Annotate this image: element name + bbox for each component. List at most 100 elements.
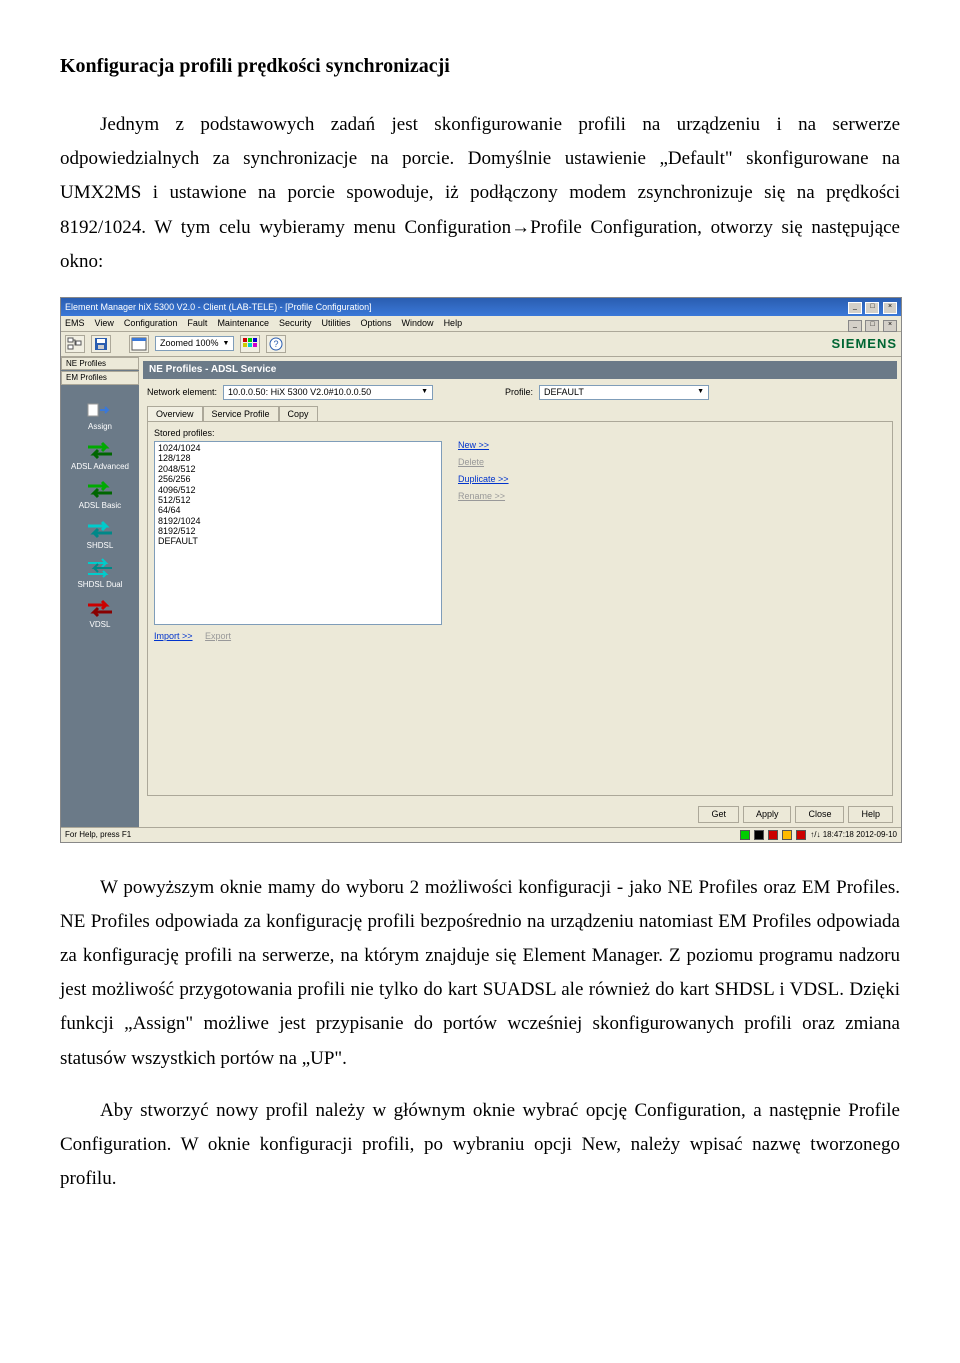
profile-label: Profile: (505, 387, 533, 398)
toolbar-button-help[interactable]: ? (266, 335, 286, 353)
brand-logo: SIEMENS (831, 336, 897, 352)
tab-overview[interactable]: Overview (147, 406, 203, 422)
tab-content-overview: Stored profiles: 1024/1024 128/128 2048/… (147, 421, 893, 796)
menu-utilities[interactable]: Utilities (322, 318, 351, 329)
sidebar-item-assign[interactable]: Assign (61, 400, 139, 432)
list-item[interactable]: 8192/512 (158, 526, 438, 536)
menu-configuration[interactable]: Configuration (124, 318, 178, 329)
toolbar-button-browser[interactable] (129, 335, 149, 353)
menubar: EMS View Configuration Fault Maintenance… (61, 316, 901, 332)
window-titlebar[interactable]: Element Manager hiX 5300 V2.0 - Client (… (61, 298, 901, 316)
sidebar-item-vdsl[interactable]: VDSL (61, 598, 139, 630)
sidebar-item-label: Assign (88, 422, 112, 432)
arrows-red-icon (86, 598, 114, 618)
tree-icon (67, 337, 83, 351)
window-title: Element Manager hiX 5300 V2.0 - Client (… (65, 302, 372, 313)
panel-title: NE Profiles - ADSL Service (143, 361, 897, 379)
tab-copy[interactable]: Copy (279, 406, 318, 422)
toolbar: Zoomed 100% ▼ ? SIEMENS (61, 332, 901, 357)
toolbar-button-save[interactable] (91, 335, 111, 353)
sidebar-item-shdsl-dual[interactable]: SHDSL Dual (61, 558, 139, 590)
close-button[interactable]: Close (795, 806, 844, 823)
help-button[interactable]: Help (848, 806, 893, 823)
maximize-button[interactable]: □ (865, 302, 879, 314)
stored-profiles-listbox[interactable]: 1024/1024 128/128 2048/512 256/256 4096/… (154, 441, 442, 625)
main-panel: NE Profiles - ADSL Service Network eleme… (139, 357, 901, 827)
doc-paragraph-1: Jednym z podstawowych zadań jest skonfig… (60, 108, 900, 279)
network-element-select[interactable]: 10.0.0.50: HiX 5300 V2.0#10.0.0.50 ▼ (223, 385, 433, 400)
app-window: Element Manager hiX 5300 V2.0 - Client (… (60, 297, 902, 843)
menu-security[interactable]: Security (279, 318, 312, 329)
toolbar-button-palette[interactable] (240, 335, 260, 353)
delete-link: Delete (458, 457, 509, 468)
list-item[interactable]: 64/64 (158, 505, 438, 515)
menu-options[interactable]: Options (361, 318, 392, 329)
page-title: Konfiguracja profili prędkości synchroni… (60, 48, 900, 84)
mdi-close-button[interactable]: × (883, 320, 897, 332)
list-item[interactable]: 4096/512 (158, 485, 438, 495)
sidebar-item-shdsl[interactable]: SHDSL (61, 519, 139, 551)
list-item[interactable]: 512/512 (158, 495, 438, 505)
dropdown-arrow-icon: ▼ (223, 340, 230, 348)
status-led-red-1 (768, 830, 778, 840)
svg-text:?: ? (274, 339, 279, 349)
list-item[interactable]: DEFAULT (158, 536, 438, 546)
menu-ems[interactable]: EMS (65, 318, 85, 329)
menu-maintenance[interactable]: Maintenance (217, 318, 269, 329)
status-led-black (754, 830, 764, 840)
arrows-green-icon (86, 479, 114, 499)
sidebar: NE Profiles EM Profiles Assign ADSL Adva… (61, 357, 139, 827)
sidebar-item-label: SHDSL (87, 541, 114, 551)
menu-window[interactable]: Window (402, 318, 434, 329)
menu-fault[interactable]: Fault (187, 318, 207, 329)
palette-icon (242, 337, 258, 351)
browser-icon (131, 337, 147, 351)
profile-select[interactable]: DEFAULT ▼ (539, 385, 709, 400)
list-item[interactable]: 1024/1024 (158, 443, 438, 453)
menu-view[interactable]: View (95, 318, 114, 329)
sidebar-item-adsl-advanced[interactable]: ADSL Advanced (61, 440, 139, 472)
sidebar-item-label: VDSL (90, 620, 111, 630)
import-export-row: Import >> Export (154, 631, 886, 642)
list-item[interactable]: 8192/1024 (158, 516, 438, 526)
list-item[interactable]: 256/256 (158, 474, 438, 484)
footer-buttons: Get Apply Close Help (139, 802, 901, 827)
rename-link: Rename >> (458, 491, 509, 502)
arrows-cyan-dual-icon (86, 558, 114, 578)
menu-help[interactable]: Help (444, 318, 463, 329)
status-led-green (740, 830, 750, 840)
window-buttons: _ □ × (847, 300, 897, 314)
import-link[interactable]: Import >> (154, 631, 193, 641)
sidebar-item-adsl-basic[interactable]: ADSL Basic (61, 479, 139, 511)
sidebar-item-label: SHDSL Dual (77, 580, 122, 590)
status-led-red-2 (796, 830, 806, 840)
apply-button[interactable]: Apply (743, 806, 792, 823)
zoom-value: Zoomed 100% (160, 338, 219, 349)
minimize-button[interactable]: _ (848, 302, 862, 314)
sidebar-item-label: ADSL Basic (79, 501, 121, 511)
stored-profiles-label: Stored profiles: (154, 428, 886, 439)
tab-service-profile[interactable]: Service Profile (203, 406, 279, 422)
duplicate-link[interactable]: Duplicate >> (458, 474, 509, 485)
list-item[interactable]: 2048/512 (158, 464, 438, 474)
profile-value: DEFAULT (544, 387, 584, 398)
sidebar-tab-em-profiles[interactable]: EM Profiles (61, 371, 139, 385)
save-icon (93, 337, 109, 351)
sidebar-tab-ne-profiles[interactable]: NE Profiles (61, 357, 139, 371)
dropdown-arrow-icon: ▼ (697, 388, 704, 396)
arrows-green-icon (86, 440, 114, 460)
dropdown-arrow-icon: ▼ (421, 388, 428, 396)
toolbar-button-tree[interactable] (65, 335, 85, 353)
status-led-orange (782, 830, 792, 840)
mdi-restore-button[interactable]: □ (865, 320, 879, 332)
status-text: For Help, press F1 (65, 830, 131, 840)
sidebar-item-label: ADSL Advanced (71, 462, 129, 472)
list-item[interactable]: 128/128 (158, 453, 438, 463)
close-button[interactable]: × (883, 302, 897, 314)
zoom-select[interactable]: Zoomed 100% ▼ (155, 336, 234, 351)
status-time: ↑/↓ 18:47:18 2012-09-10 (810, 830, 897, 840)
get-button[interactable]: Get (698, 806, 739, 823)
new-link[interactable]: New >> (458, 440, 509, 451)
doc-paragraph-3: Aby stworzyć nowy profil należy w główny… (60, 1094, 900, 1197)
mdi-minimize-button[interactable]: _ (848, 320, 862, 332)
